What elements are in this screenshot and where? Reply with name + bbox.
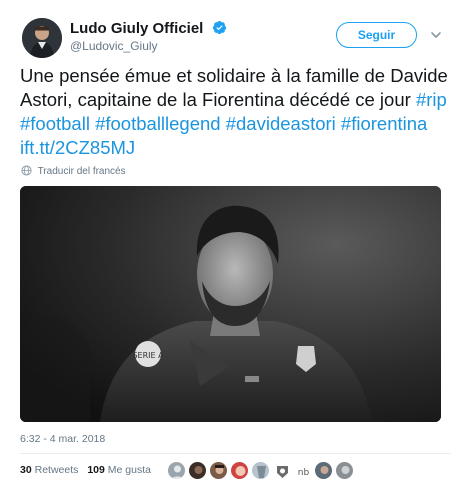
user-icon <box>320 466 329 474</box>
globe-icon <box>21 165 32 176</box>
svg-text:nb: nb <box>298 468 310 478</box>
translate-label: Traducir del francés <box>37 166 126 177</box>
liker-avatar[interactable] <box>230 461 249 480</box>
user-icon <box>194 466 203 474</box>
divider <box>20 453 451 454</box>
account-handle[interactable]: @Ludovic_Giuly <box>70 39 227 54</box>
retweets-label: Retweets <box>34 464 79 476</box>
svg-text:SERIE A: SERIE A <box>132 351 164 360</box>
profile-photo-icon <box>22 18 62 58</box>
likes-label: Me gusta <box>107 464 151 476</box>
tweet-header: Ludo Giuly Officiel @Ludovic_Giuly Segui… <box>22 18 452 58</box>
hashtag-link[interactable]: #footballlegend <box>95 113 221 134</box>
avatar[interactable] <box>22 18 62 58</box>
liker-avatar[interactable] <box>209 461 228 480</box>
liker-avatar[interactable] <box>251 461 270 480</box>
user-icon <box>170 465 185 479</box>
user-icon <box>235 466 246 476</box>
user-icon <box>257 466 266 478</box>
user-icon <box>215 465 224 474</box>
liker-avatar[interactable]: nb <box>293 461 312 480</box>
likes-count: 109 <box>87 464 105 476</box>
translate-link[interactable]: Traducir del francés <box>21 165 126 178</box>
liker-avatar[interactable] <box>167 461 186 480</box>
user-icon <box>341 466 350 474</box>
tweet-photo[interactable]: SERIE A <box>20 186 441 422</box>
tweet-card: Ludo Giuly Officiel @Ludovic_Giuly Segui… <box>0 0 471 491</box>
liker-avatar[interactable] <box>188 461 207 480</box>
verified-badge-icon <box>212 20 226 35</box>
player-photo: SERIE A <box>20 186 441 422</box>
hashtag-link[interactable]: #davideastori <box>226 113 336 134</box>
tweet-text: Une pensée émue et solidaire à la famill… <box>20 64 460 160</box>
hashtag-link[interactable]: #football <box>20 113 90 134</box>
url-link[interactable]: ift.tt/2CZ85MJ <box>20 137 135 158</box>
liker-avatar[interactable] <box>335 461 354 480</box>
tweet-stats: 30 Retweets 109 Me gusta <box>20 463 151 477</box>
retweets-stat[interactable]: 30 Retweets <box>20 464 78 476</box>
tweet-text-segment: Une pensée émue et solidaire à la famill… <box>20 65 448 110</box>
liker-avatar[interactable] <box>272 461 291 480</box>
liker-avatar[interactable] <box>314 461 333 480</box>
crest-icon <box>277 466 288 478</box>
likes-stat[interactable]: 109 Me gusta <box>87 464 151 476</box>
account-info: Ludo Giuly Officiel @Ludovic_Giuly <box>70 20 227 54</box>
retweets-count: 30 <box>20 464 32 476</box>
hashtag-link[interactable]: #rip <box>416 89 447 110</box>
tweet-timestamp[interactable]: 6:32 - 4 mar. 2018 <box>20 433 105 445</box>
follow-button[interactable]: Seguir <box>336 22 417 48</box>
display-name[interactable]: Ludo Giuly Officiel <box>70 20 203 38</box>
chevron-down-icon[interactable] <box>430 29 442 41</box>
hashtag-link[interactable]: #fiorentina <box>341 113 427 134</box>
logo-icon: nb <box>298 468 310 478</box>
